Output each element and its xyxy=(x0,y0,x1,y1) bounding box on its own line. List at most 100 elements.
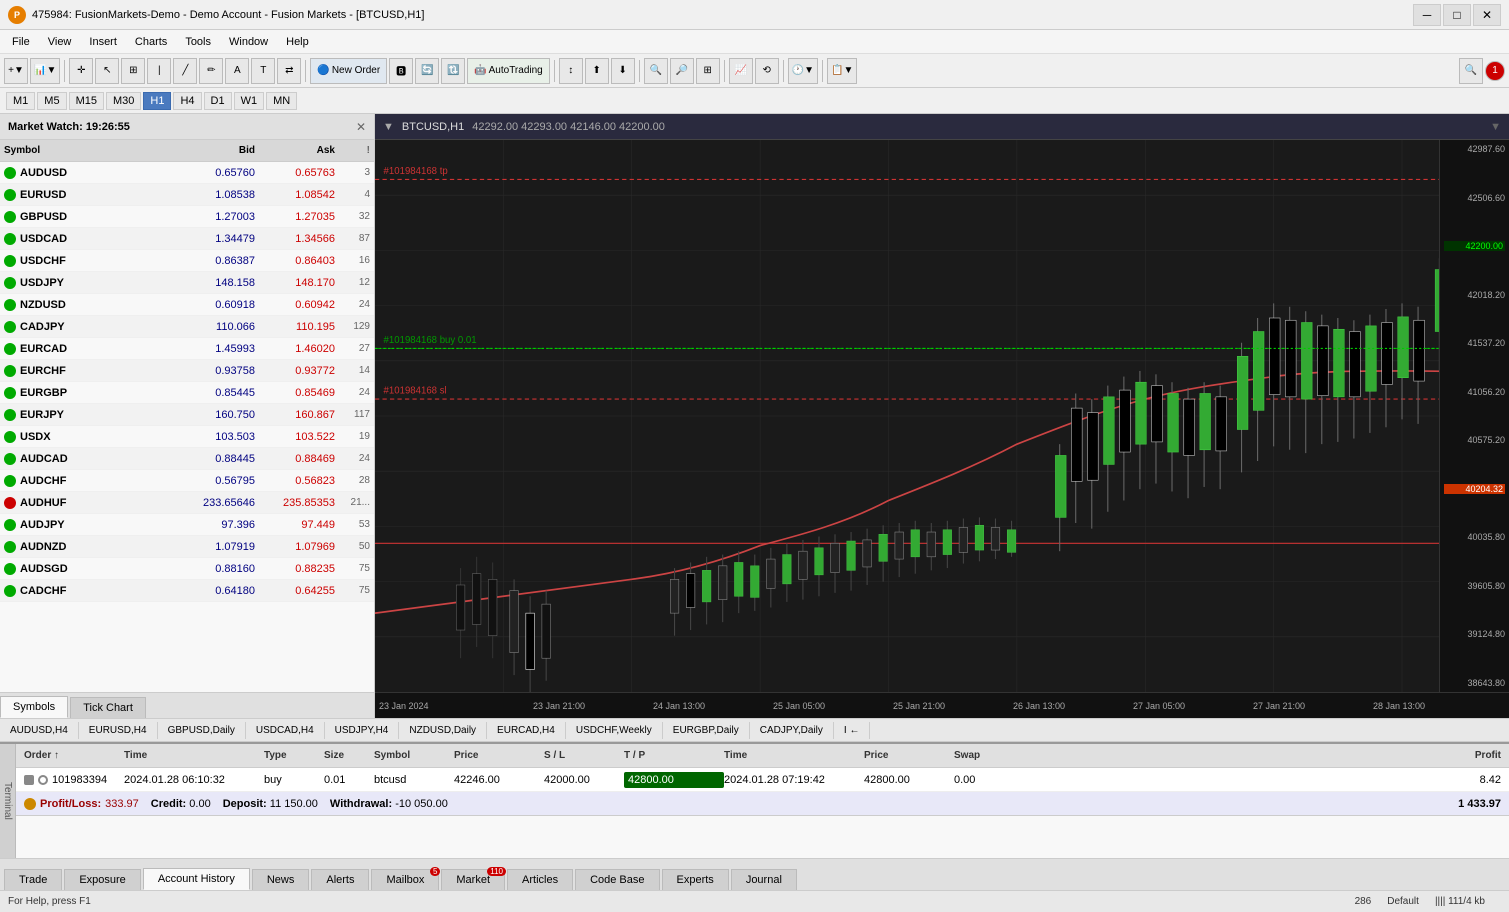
tf-w1[interactable]: W1 xyxy=(234,92,265,110)
chart-plot-area[interactable]: #101984168 tp #101984168 buy 0.01 #10198… xyxy=(375,140,1509,692)
maximize-button[interactable]: □ xyxy=(1443,4,1471,26)
symtab-more[interactable]: I ← xyxy=(834,722,871,739)
market-watch-row[interactable]: USDX 103.503 103.522 19 xyxy=(0,426,374,448)
tab-code-base[interactable]: Code Base xyxy=(575,869,659,890)
tab-trade[interactable]: Trade xyxy=(4,869,62,890)
tab-symbols[interactable]: Symbols xyxy=(0,696,68,718)
market-watch-row[interactable]: AUDUSD 0.65760 0.65763 3 xyxy=(0,162,374,184)
tf-m15[interactable]: M15 xyxy=(69,92,104,110)
period-sep-button[interactable]: | xyxy=(147,58,171,84)
up-button[interactable]: ⬆ xyxy=(585,58,609,84)
tf-m1[interactable]: M1 xyxy=(6,92,35,110)
tf-h1[interactable]: H1 xyxy=(143,92,171,110)
symtab-usdchf-weekly[interactable]: USDCHF,Weekly xyxy=(566,722,663,739)
line-button[interactable]: ╱ xyxy=(173,58,197,84)
tab-mailbox[interactable]: Mailbox 5 xyxy=(371,869,439,890)
symtab-eurusd-h4[interactable]: EURUSD,H4 xyxy=(79,722,158,739)
symtab-usdcad-h4[interactable]: USDCAD,H4 xyxy=(246,722,325,739)
menu-help[interactable]: Help xyxy=(278,34,317,50)
mw-bid-value: 0.56795 xyxy=(165,475,255,487)
market-watch-row[interactable]: CADJPY 110.066 110.195 129 xyxy=(0,316,374,338)
symtab-eurcad-h4[interactable]: EURCAD,H4 xyxy=(487,722,566,739)
tab-articles[interactable]: Articles xyxy=(507,869,573,890)
market-watch-row[interactable]: AUDNZD 1.07919 1.07969 50 xyxy=(0,536,374,558)
template-button[interactable]: 📋▼ xyxy=(827,58,857,84)
tf-m30[interactable]: M30 xyxy=(106,92,141,110)
market-watch-row[interactable]: AUDCHF 0.56795 0.56823 28 xyxy=(0,470,374,492)
terminal-side-label[interactable]: Terminal xyxy=(0,744,16,858)
price-41056: 41056.20 xyxy=(1444,387,1505,397)
tab-alerts[interactable]: Alerts xyxy=(311,869,369,890)
zoom-in-button[interactable]: 🔍 xyxy=(644,58,668,84)
symtab-nzdusd-daily[interactable]: NZDUSD,Daily xyxy=(399,722,487,739)
tf-mn[interactable]: MN xyxy=(266,92,297,110)
symtab-audusd-h4[interactable]: AUDUSD,H4 xyxy=(0,722,79,739)
market-watch-row[interactable]: AUDJPY 97.396 97.449 53 xyxy=(0,514,374,536)
zoom-button[interactable]: ⊞ xyxy=(121,58,145,84)
market-watch-row[interactable]: EURCAD 1.45993 1.46020 27 xyxy=(0,338,374,360)
clock-button[interactable]: 🕐▼ xyxy=(788,58,818,84)
menu-window[interactable]: Window xyxy=(221,34,276,50)
chart-type-button[interactable]: 📊▼ xyxy=(30,58,60,84)
tf-m5[interactable]: M5 xyxy=(37,92,66,110)
tf-d1[interactable]: D1 xyxy=(204,92,232,110)
market-watch-row[interactable]: GBPUSD 1.27003 1.27035 32 xyxy=(0,206,374,228)
chart-period-button[interactable]: ↕ xyxy=(559,58,583,84)
tab-news[interactable]: News xyxy=(252,869,310,890)
tab-experts[interactable]: Experts xyxy=(662,869,729,890)
tf-h4[interactable]: H4 xyxy=(173,92,201,110)
tab-journal[interactable]: Journal xyxy=(731,869,797,890)
mw-spread-value: 21... xyxy=(335,497,370,508)
draw-button[interactable]: ✏ xyxy=(199,58,223,84)
zoom-out-button[interactable]: 🔎 xyxy=(670,58,694,84)
tab-account-history[interactable]: Account History xyxy=(143,868,250,890)
symtab-usdjpy-h4[interactable]: USDJPY,H4 xyxy=(325,722,400,739)
new-position-button[interactable]: +▼ xyxy=(4,58,28,84)
market-watch-row[interactable]: NZDUSD 0.60918 0.60942 24 xyxy=(0,294,374,316)
tab-market[interactable]: Market 110 xyxy=(441,869,505,890)
tab-tick-chart[interactable]: Tick Chart xyxy=(70,697,146,718)
market-watch-close[interactable]: ✕ xyxy=(356,120,366,134)
market-watch-row[interactable]: EURUSD 1.08538 1.08542 4 xyxy=(0,184,374,206)
market-watch-row[interactable]: USDCHF 0.86387 0.86403 16 xyxy=(0,250,374,272)
cursor-button[interactable]: ↖ xyxy=(95,58,119,84)
symtab-gbpusd-daily[interactable]: GBPUSD,Daily xyxy=(158,722,246,739)
symtab-eurgbp-daily[interactable]: EURGBP,Daily xyxy=(663,722,750,739)
autotrading-button[interactable]: 🤖 AutoTrading xyxy=(467,58,550,84)
symtab-cadjpy-daily[interactable]: CADJPY,Daily xyxy=(750,722,834,739)
close-button[interactable]: ✕ xyxy=(1473,4,1501,26)
menu-view[interactable]: View xyxy=(40,34,80,50)
indicator-button[interactable]: 📈 xyxy=(729,58,753,84)
market-watch-row[interactable]: USDJPY 148.158 148.170 12 xyxy=(0,272,374,294)
market-watch-row[interactable]: USDCAD 1.34479 1.34566 87 xyxy=(0,228,374,250)
minimize-button[interactable]: ─ xyxy=(1413,4,1441,26)
refresh-button[interactable]: 🔃 xyxy=(441,58,465,84)
market-watch-row[interactable]: CADCHF 0.64180 0.64255 75 xyxy=(0,580,374,602)
menu-charts[interactable]: Charts xyxy=(127,34,175,50)
market-watch-row[interactable]: EURJPY 160.750 160.867 117 xyxy=(0,404,374,426)
tab-exposure[interactable]: Exposure xyxy=(64,869,140,890)
text-button[interactable]: A xyxy=(225,58,249,84)
market-watch-row[interactable]: EURCHF 0.93758 0.93772 14 xyxy=(0,360,374,382)
down-button[interactable]: ⬇ xyxy=(611,58,635,84)
market-watch-row[interactable]: AUDSGD 0.88160 0.88235 75 xyxy=(0,558,374,580)
new-order-button[interactable]: 🔵 New Order xyxy=(310,58,387,84)
objects-button[interactable]: ⟲ xyxy=(755,58,779,84)
crosshair-button[interactable]: ✛ xyxy=(69,58,93,84)
channel-button[interactable]: ⇄ xyxy=(277,58,301,84)
menu-tools[interactable]: Tools xyxy=(177,34,219,50)
menu-insert[interactable]: Insert xyxy=(81,34,125,50)
buy-button[interactable]: 🅱 xyxy=(389,58,413,84)
mw-symbol-label: EURCAD xyxy=(20,343,165,355)
market-watch-row[interactable]: EURGBP 0.85445 0.85469 24 xyxy=(0,382,374,404)
cell-order: 101983394 xyxy=(24,774,124,786)
menu-file[interactable]: File xyxy=(4,34,38,50)
market-watch-row[interactable]: AUDCAD 0.88445 0.88469 24 xyxy=(0,448,374,470)
search-button[interactable]: 🔍 xyxy=(1459,58,1483,84)
trendline-button[interactable]: T xyxy=(251,58,275,84)
sell-button[interactable]: 🔄 xyxy=(415,58,439,84)
notification-button[interactable]: 1 xyxy=(1485,61,1505,81)
grid-button[interactable]: ⊞ xyxy=(696,58,720,84)
market-watch-row[interactable]: AUDHUF 233.65646 235.85353 21... xyxy=(0,492,374,514)
price-39124: 39124.80 xyxy=(1444,629,1505,639)
